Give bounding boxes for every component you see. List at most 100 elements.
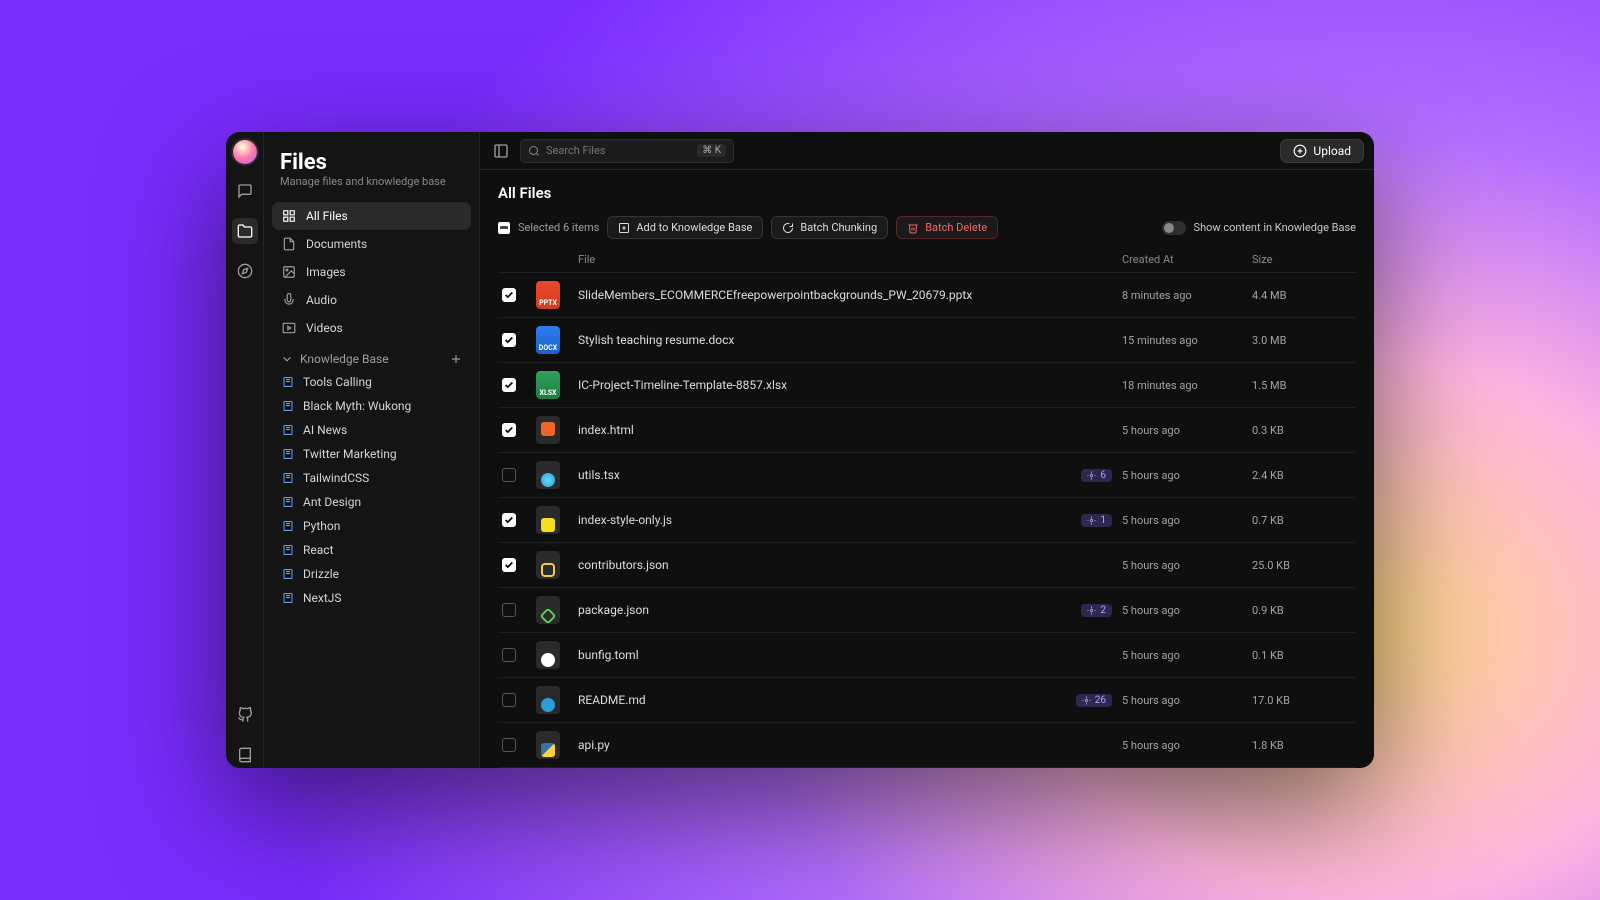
file-created: 5 hours ago <box>1122 604 1242 617</box>
sidebar-subtitle: Manage files and knowledge base <box>272 175 471 202</box>
kb-item[interactable]: Tools Calling <box>272 370 471 394</box>
file-row[interactable]: README.md265 hours ago17.0 KB <box>498 678 1356 723</box>
show-kb-toggle[interactable] <box>1162 221 1186 235</box>
github-icon[interactable] <box>232 702 258 728</box>
chevron-down-icon <box>280 352 294 366</box>
upload-button[interactable]: Upload <box>1280 139 1364 163</box>
file-row[interactable]: package.json 2 5 hours ago 0.9 KB <box>498 588 1356 633</box>
book-icon <box>282 376 294 388</box>
kb-item[interactable]: Python <box>272 514 471 538</box>
file-checkbox[interactable] <box>502 423 516 437</box>
file-created: 5 hours ago <box>1122 649 1242 662</box>
kb-item[interactable]: AI News <box>272 418 471 442</box>
sidebar-title: Files <box>272 144 471 175</box>
search-input[interactable]: ⌘ K <box>520 139 734 163</box>
explore-icon[interactable] <box>232 258 258 284</box>
file-checkbox[interactable] <box>502 558 516 572</box>
file-size: 1.8 KB <box>1252 739 1352 752</box>
kb-item[interactable]: Black Myth: Wukong <box>272 394 471 418</box>
file-size: 0.9 KB <box>1252 604 1352 617</box>
kb-badge: 26 <box>1076 694 1112 707</box>
file-checkbox[interactable] <box>502 648 516 662</box>
nav-rail <box>226 132 264 768</box>
file-size: 2.4 KB <box>1252 469 1352 482</box>
file-name: utils.tsx <box>578 468 620 482</box>
file-checkbox[interactable] <box>502 693 516 707</box>
book-icon <box>282 472 294 484</box>
kb-badge: 2 <box>1081 604 1112 617</box>
kb-item[interactable]: Ant Design <box>272 490 471 514</box>
search-shortcut: ⌘ K <box>697 144 726 157</box>
file-icon-tsx <box>536 461 560 489</box>
file-checkbox[interactable] <box>502 603 516 617</box>
file-row[interactable]: PPTX SlideMembers_ECOMMERCEfreepowerpoint… <box>498 273 1356 318</box>
book-icon <box>282 400 294 412</box>
batch-delete-button[interactable]: Batch Delete <box>896 216 998 239</box>
book-icon <box>282 544 294 556</box>
file-checkbox[interactable] <box>502 468 516 482</box>
col-file: File <box>578 253 1112 266</box>
file-created: 5 hours ago <box>1122 739 1242 752</box>
chat-icon[interactable] <box>232 178 258 204</box>
kb-item[interactable]: Drizzle <box>272 562 471 586</box>
kb-item[interactable]: TailwindCSS <box>272 466 471 490</box>
file-icon-toml <box>536 641 560 669</box>
kb-badge: 1 <box>1081 514 1112 527</box>
file-row[interactable]: utils.tsx 6 5 hours ago 2.4 KB <box>498 453 1356 498</box>
batch-chunk-button[interactable]: Batch Chunking <box>771 216 888 239</box>
kb-item[interactable]: Twitter Marketing <box>272 442 471 466</box>
file-row[interactable]: XLSXIC-Project-Timeline-Template-8857.xl… <box>498 363 1356 408</box>
add-kb-icon[interactable] <box>449 352 463 366</box>
topbar: ⌘ K Upload <box>480 132 1374 170</box>
nav-item-audio[interactable]: Audio <box>272 286 471 314</box>
page-title: All Files <box>498 184 1356 202</box>
file-checkbox[interactable] <box>502 333 516 347</box>
file-icon-pptx: PPTX <box>536 281 560 309</box>
add-to-kb-button[interactable]: Add to Knowledge Base <box>607 216 763 239</box>
file-checkbox[interactable] <box>502 288 516 302</box>
nav-item-all-files[interactable]: All Files <box>272 202 471 230</box>
kb-item[interactable]: React <box>272 538 471 562</box>
file-checkbox[interactable] <box>502 378 516 392</box>
file-name: SlideMembers_ECOMMERCEfreepowerpointback… <box>578 288 972 302</box>
file-created: 5 hours ago <box>1122 469 1242 482</box>
book-icon <box>282 496 294 508</box>
file-created: 5 hours ago <box>1122 424 1242 437</box>
nav-item-images[interactable]: Images <box>272 258 471 286</box>
book-icon <box>282 424 294 436</box>
file-created: 5 hours ago <box>1122 514 1242 527</box>
collapse-sidebar-icon[interactable] <box>490 140 512 162</box>
file-size: 0.7 KB <box>1252 514 1352 527</box>
file-row[interactable]: bunfig.toml5 hours ago0.1 KB <box>498 633 1356 678</box>
file-icon-js <box>536 506 560 534</box>
kb-header-label: Knowledge Base <box>300 352 389 366</box>
file-checkbox[interactable] <box>502 513 516 527</box>
file-row[interactable]: api.py5 hours ago1.8 KB <box>498 723 1356 768</box>
file-row[interactable]: DOCXStylish teaching resume.docx15 minut… <box>498 318 1356 363</box>
nav-item-videos[interactable]: Videos <box>272 314 471 342</box>
book-icon <box>282 448 294 460</box>
file-row[interactable]: index.html5 hours ago0.3 KB <box>498 408 1356 453</box>
file-size: 4.4 MB <box>1252 289 1352 302</box>
avatar[interactable] <box>233 140 257 164</box>
file-size: 17.0 KB <box>1252 694 1352 707</box>
file-size: 1.5 MB <box>1252 379 1352 392</box>
file-row[interactable]: contributors.json5 hours ago25.0 KB <box>498 543 1356 588</box>
kb-badge: 6 <box>1081 469 1112 482</box>
file-name: IC-Project-Timeline-Template-8857.xlsx <box>578 378 787 392</box>
nav-item-documents[interactable]: Documents <box>272 230 471 258</box>
select-all-checkbox[interactable] <box>498 222 510 234</box>
book-icon[interactable] <box>232 742 258 768</box>
kb-item[interactable]: NextJS <box>272 586 471 610</box>
file-created: 15 minutes ago <box>1122 334 1242 347</box>
book-icon <box>282 520 294 532</box>
col-size: Size <box>1252 253 1352 266</box>
file-size: 0.1 KB <box>1252 649 1352 662</box>
file-created: 5 hours ago <box>1122 694 1242 707</box>
file-row[interactable]: index-style-only.js15 hours ago0.7 KB <box>498 498 1356 543</box>
file-name: package.json <box>578 603 649 617</box>
files-icon[interactable] <box>232 218 258 244</box>
plus-square-icon <box>618 222 630 234</box>
file-name: contributors.json <box>578 558 669 572</box>
file-checkbox[interactable] <box>502 738 516 752</box>
